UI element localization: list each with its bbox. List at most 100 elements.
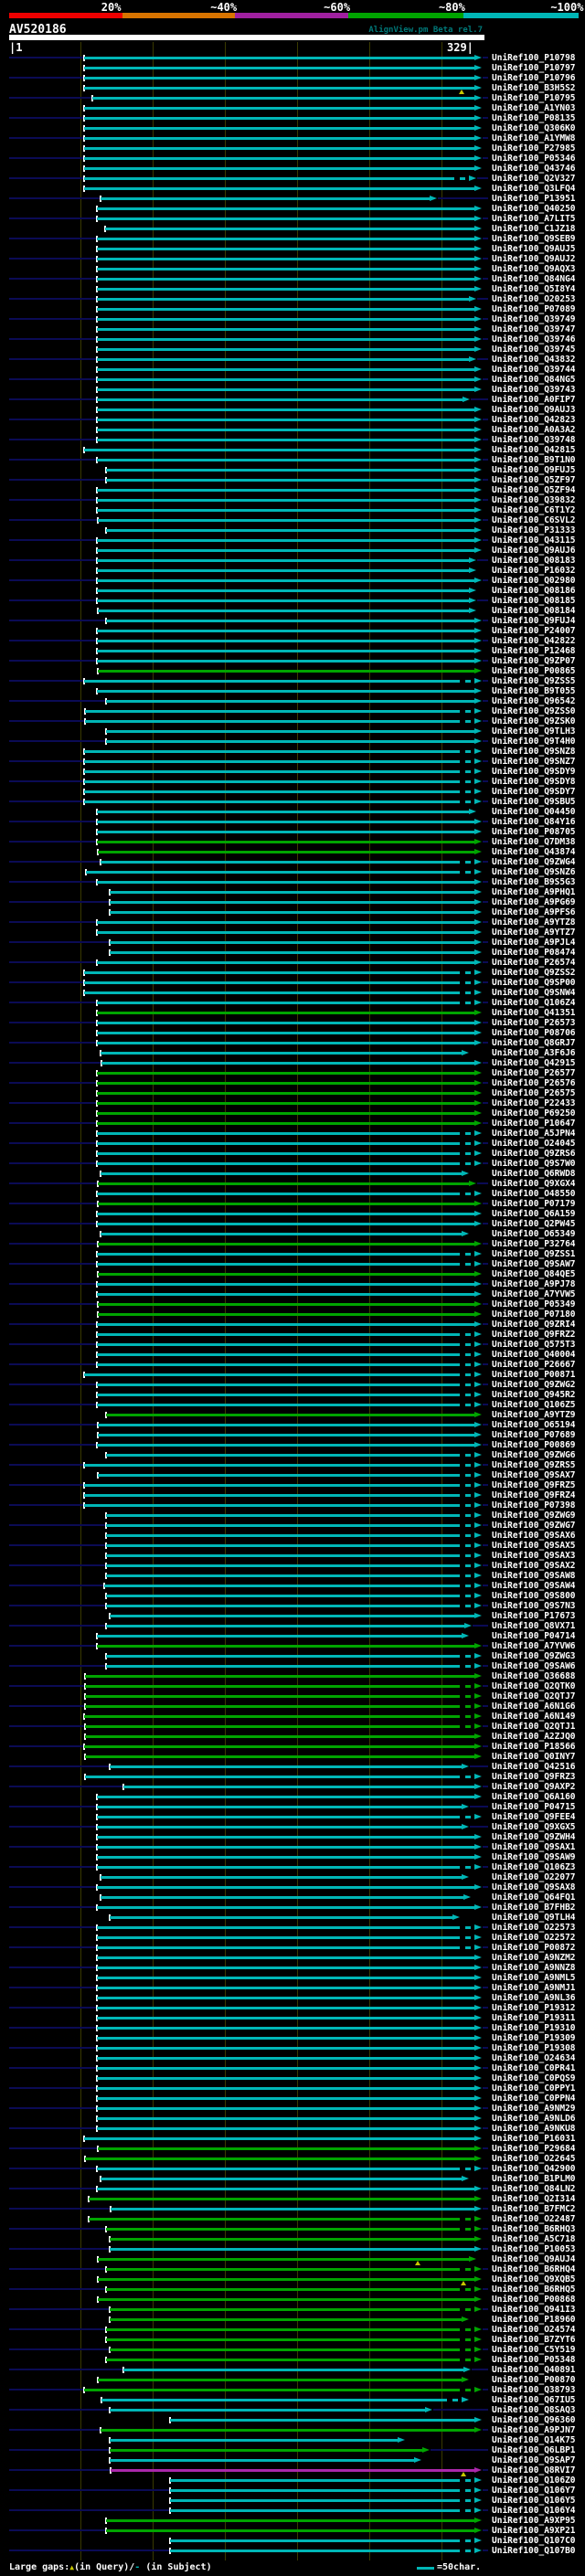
subject-id-label[interactable]: UniRef100_Q9AUJ3: [492, 405, 576, 415]
alignment-bar[interactable]: [84, 167, 474, 170]
alignment-row[interactable]: UniRef100_Q9S7W0: [0, 1159, 585, 1169]
alignment-bar[interactable]: [123, 1786, 474, 1788]
alignment-row[interactable]: UniRef100_P16031: [0, 2134, 585, 2144]
alignment-bar[interactable]: [97, 1846, 474, 1849]
subject-id-label[interactable]: UniRef100_Q9TLH3: [492, 726, 576, 737]
alignment-row[interactable]: UniRef100_P26576: [0, 1078, 585, 1088]
alignment-row[interactable]: UniRef100_Q106Y4: [0, 2506, 585, 2516]
alignment-bar[interactable]: [97, 207, 474, 210]
alignment-bar[interactable]: [97, 459, 474, 461]
alignment-bar[interactable]: [106, 1665, 460, 1668]
alignment-row[interactable]: UniRef100_Q84QE5: [0, 1269, 585, 1279]
alignment-bar[interactable]: [170, 2489, 460, 2492]
alignment-bar[interactable]: [110, 2449, 422, 2452]
alignment-bar[interactable]: [84, 87, 474, 90]
alignment-bar[interactable]: [85, 720, 460, 723]
subject-id-label[interactable]: UniRef100_P24007: [492, 626, 576, 636]
subject-id-label[interactable]: UniRef100_Q2PW45: [492, 1219, 576, 1229]
subject-id-label[interactable]: UniRef100_Q02980: [492, 576, 576, 586]
alignment-row[interactable]: UniRef100_Q3LFQ4: [0, 184, 585, 194]
alignment-bar[interactable]: [97, 1333, 460, 1336]
alignment-row[interactable]: UniRef100_Q9AXP2: [0, 1782, 585, 1792]
alignment-row[interactable]: UniRef100_Q9SAX3: [0, 1551, 585, 1561]
alignment-bar[interactable]: [97, 1042, 474, 1044]
alignment-bar[interactable]: [106, 469, 474, 472]
alignment-row[interactable]: UniRef100_Q9ZSS1: [0, 1249, 585, 1259]
alignment-bar[interactable]: [97, 1444, 474, 1447]
alignment-row[interactable]: UniRef100_Q40891: [0, 2365, 585, 2375]
subject-id-label[interactable]: UniRef100_P26573: [492, 1018, 576, 1028]
alignment-row[interactable]: UniRef100_Q9SAW8: [0, 1571, 585, 1581]
alignment-row[interactable]: UniRef100_A9XP95: [0, 2516, 585, 2526]
alignment-row[interactable]: UniRef100_P19309: [0, 2033, 585, 2043]
subject-id-label[interactable]: UniRef100_Q9SDY9: [492, 767, 576, 777]
alignment-bar[interactable]: [110, 951, 474, 954]
subject-id-label[interactable]: UniRef100_P05349: [492, 1299, 576, 1309]
alignment-bar[interactable]: [101, 2178, 462, 2180]
alignment-row[interactable]: UniRef100_O22573: [0, 1923, 585, 1933]
subject-id-label[interactable]: UniRef100_Q106Y7: [492, 2486, 576, 2496]
alignment-bar[interactable]: [97, 308, 474, 311]
alignment-row[interactable]: UniRef100_P07398: [0, 1500, 585, 1511]
alignment-row[interactable]: UniRef100_A9PJN7: [0, 2425, 585, 2435]
alignment-row[interactable]: UniRef100_B7FHB2: [0, 1903, 585, 1913]
subject-id-label[interactable]: UniRef100_O22572: [492, 1933, 576, 1943]
alignment-bar[interactable]: [84, 760, 460, 763]
alignment-row[interactable]: UniRef100_Q9ZWG7: [0, 1521, 585, 1531]
alignment-row[interactable]: UniRef100_Q9SNZ7: [0, 757, 585, 767]
subject-id-label[interactable]: UniRef100_Q42823: [492, 415, 576, 425]
alignment-bar[interactable]: [104, 1585, 460, 1587]
alignment-row[interactable]: UniRef100_Q42815: [0, 445, 585, 455]
alignment-row[interactable]: UniRef100_Q9FUJ4: [0, 616, 585, 626]
alignment-row[interactable]: UniRef100_Q8GRJ7: [0, 1038, 585, 1048]
subject-id-label[interactable]: UniRef100_B6RHQ5: [492, 2284, 576, 2295]
alignment-row[interactable]: UniRef100_Q9S7N3: [0, 1601, 585, 1611]
subject-id-label[interactable]: UniRef100_Q2V327: [492, 174, 576, 184]
alignment-bar[interactable]: [110, 2348, 460, 2351]
subject-id-label[interactable]: UniRef100_Q8VX71: [492, 1621, 576, 1631]
alignment-row[interactable]: UniRef100_Q36688: [0, 1671, 585, 1681]
subject-id-label[interactable]: UniRef100_Q40250: [492, 204, 576, 214]
alignment-bar[interactable]: [111, 2469, 474, 2472]
alignment-row[interactable]: UniRef100_Q306K0: [0, 123, 585, 133]
alignment-row[interactable]: UniRef100_Q2I314: [0, 2194, 585, 2204]
alignment-row[interactable]: UniRef100_Q9ZWG3: [0, 1651, 585, 1661]
alignment-row[interactable]: UniRef100_Q40250: [0, 204, 585, 214]
subject-id-label[interactable]: UniRef100_C1JZ18: [492, 224, 576, 234]
alignment-bar[interactable]: [97, 1796, 474, 1798]
subject-id-label[interactable]: UniRef100_P19312: [492, 2003, 576, 2013]
alignment-bar[interactable]: [101, 1896, 463, 1899]
alignment-bar[interactable]: [98, 1203, 474, 1205]
alignment-bar[interactable]: [84, 157, 474, 160]
alignment-bar[interactable]: [97, 429, 474, 431]
alignment-row[interactable]: UniRef100_P07179: [0, 1199, 585, 1209]
alignment-row[interactable]: UniRef100_B9S5G3: [0, 877, 585, 887]
subject-id-label[interactable]: UniRef100_O22077: [492, 1872, 576, 1882]
alignment-bar[interactable]: [97, 1213, 474, 1215]
alignment-bar[interactable]: [101, 1172, 462, 1175]
subject-id-label[interactable]: UniRef100_A9XP95: [492, 2516, 576, 2526]
alignment-bar[interactable]: [84, 137, 474, 140]
alignment-row[interactable]: UniRef100_A5C718: [0, 2234, 585, 2244]
alignment-row[interactable]: UniRef100_O22645: [0, 2154, 585, 2164]
alignment-row[interactable]: UniRef100_Q941I3: [0, 2305, 585, 2315]
alignment-row[interactable]: UniRef100_Q9SDY8: [0, 777, 585, 787]
alignment-row[interactable]: UniRef100_Q39748: [0, 435, 585, 445]
subject-id-label[interactable]: UniRef100_B3H5S2: [492, 83, 576, 93]
alignment-bar[interactable]: [97, 1112, 474, 1115]
alignment-row[interactable]: UniRef100_P10647: [0, 1118, 585, 1129]
alignment-row[interactable]: UniRef100_A9PFS6: [0, 907, 585, 917]
alignment-bar[interactable]: [170, 2539, 460, 2542]
subject-id-label[interactable]: UniRef100_B7FMC2: [492, 2204, 576, 2214]
alignment-row[interactable]: UniRef100_A9PJ78: [0, 1279, 585, 1289]
alignment-row[interactable]: UniRef100_Q9SAX8: [0, 1882, 585, 1892]
subject-id-label[interactable]: UniRef100_Q9ZSS0: [492, 706, 576, 716]
subject-id-label[interactable]: UniRef100_P00865: [492, 666, 576, 676]
alignment-row[interactable]: UniRef100_B9T1N0: [0, 455, 585, 465]
subject-id-label[interactable]: UniRef100_Q9SNW4: [492, 988, 576, 998]
alignment-bar[interactable]: [110, 2238, 474, 2241]
subject-id-label[interactable]: UniRef100_Q9XGX4: [492, 1179, 576, 1189]
alignment-row[interactable]: UniRef100_Q6LBP1: [0, 2445, 585, 2455]
alignment-bar[interactable]: [98, 2147, 474, 2150]
subject-id-label[interactable]: UniRef100_Q9ZWG6: [492, 1450, 576, 1460]
